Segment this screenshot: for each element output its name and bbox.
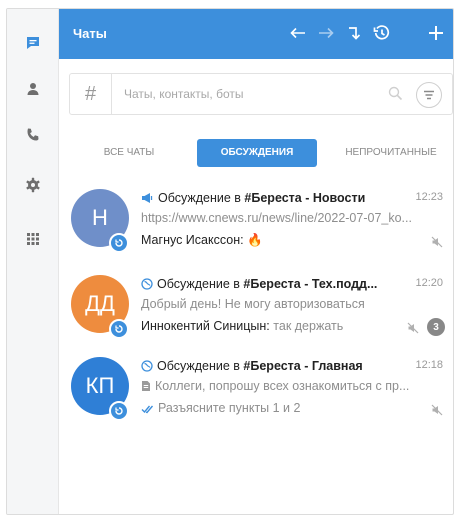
redirect-icon[interactable]	[343, 22, 365, 44]
chat-time: 12:18	[415, 359, 443, 371]
globe-icon	[141, 278, 153, 293]
last-message: Магнус Исакссон: 🔥	[141, 233, 403, 248]
plus-icon[interactable]	[425, 22, 447, 44]
chat-list-item[interactable]: ДД Обсуждение в #Береста - Тех.подд... 1…	[59, 271, 453, 349]
settings-icon[interactable]	[17, 169, 49, 201]
chat-title: Обсуждение в #Береста - Тех.подд...	[141, 277, 409, 293]
discussion-badge-icon	[109, 319, 129, 339]
chat-preview: Добрый день! Не могу авторизоваться	[141, 297, 365, 311]
tab-unread[interactable]: НЕПРОЧИТАННЫЕ	[331, 139, 451, 167]
last-message: Разъясните пункты 1 и 2	[141, 401, 403, 417]
chat-time: 12:23	[415, 191, 443, 203]
search-box: #	[69, 73, 453, 115]
message-text: так держать	[273, 319, 344, 333]
chat-preview: https://www.cnews.ru/news/line/2022-07-0…	[141, 211, 412, 225]
message-author: Иннокентий Синицын:	[141, 319, 270, 333]
read-check-icon	[141, 403, 154, 417]
chat-channel-name: #Береста - Тех.подд...	[243, 277, 378, 291]
hashtag-button[interactable]: #	[70, 74, 112, 114]
chat-title-prefix: Обсуждение в	[157, 359, 244, 373]
tab-discussions[interactable]: ОБСУЖДЕНИЯ	[197, 139, 317, 167]
chat-title-prefix: Обсуждение в	[158, 191, 245, 205]
document-icon	[141, 380, 151, 395]
last-message: Иннокентий Синицын: так держать	[141, 319, 403, 333]
page-title: Чаты	[73, 26, 107, 41]
message-author: Магнус Исакссон:	[141, 233, 244, 247]
globe-icon	[141, 360, 153, 375]
muted-icon[interactable]	[431, 235, 443, 253]
contacts-icon[interactable]	[17, 73, 49, 105]
apps-icon[interactable]	[17, 223, 49, 255]
header-bar: Чаты	[59, 9, 453, 59]
chat-preview: Коллеги, попрошу всех ознакомиться с пр.…	[141, 379, 445, 395]
message-text: 🔥	[247, 233, 263, 247]
search-input[interactable]	[124, 84, 374, 104]
announcement-icon	[141, 192, 154, 207]
chat-time: 12:20	[415, 277, 443, 289]
history-icon[interactable]	[371, 22, 393, 44]
tab-all-chats[interactable]: ВСЕ ЧАТЫ	[83, 139, 175, 167]
phone-icon[interactable]	[17, 119, 49, 151]
forward-arrow-icon[interactable]	[315, 22, 337, 44]
chat-preview-text: Коллеги, попрошу всех ознакомиться с пр.…	[155, 379, 410, 393]
message-text: Разъясните пункты 1 и 2	[158, 401, 301, 415]
muted-icon[interactable]	[407, 321, 419, 339]
chat-channel-name: #Береста - Главная	[243, 359, 363, 373]
chat-tabs: ВСЕ ЧАТЫ ОБСУЖДЕНИЯ НЕПРОЧИТАННЫЕ	[59, 139, 453, 167]
back-arrow-icon[interactable]	[287, 22, 309, 44]
muted-icon[interactable]	[431, 403, 443, 421]
chat-channel-name: #Береста - Новости	[244, 191, 366, 205]
discussion-badge-icon	[109, 401, 129, 421]
filter-icon[interactable]	[416, 82, 442, 108]
left-rail	[7, 9, 59, 514]
chat-title: Обсуждение в #Береста - Главная	[141, 359, 409, 375]
chat-panel: Чаты # ВСЕ ЧАТЫ ОБСУЖДЕНИЯ НЕПРОЧИТАННЫЕ	[6, 8, 454, 515]
chat-title: Обсуждение в #Береста - Новости	[141, 191, 409, 207]
search-icon[interactable]	[388, 86, 403, 106]
unread-count-badge: 3	[427, 318, 445, 336]
chat-list-item[interactable]: Н Обсуждение в #Береста - Новости 12:23 …	[59, 185, 453, 263]
discussion-badge-icon	[109, 233, 129, 253]
chat-title-prefix: Обсуждение в	[157, 277, 244, 291]
chat-list-item[interactable]: КП Обсуждение в #Береста - Главная 12:18…	[59, 353, 453, 431]
chat-icon[interactable]	[17, 27, 49, 59]
